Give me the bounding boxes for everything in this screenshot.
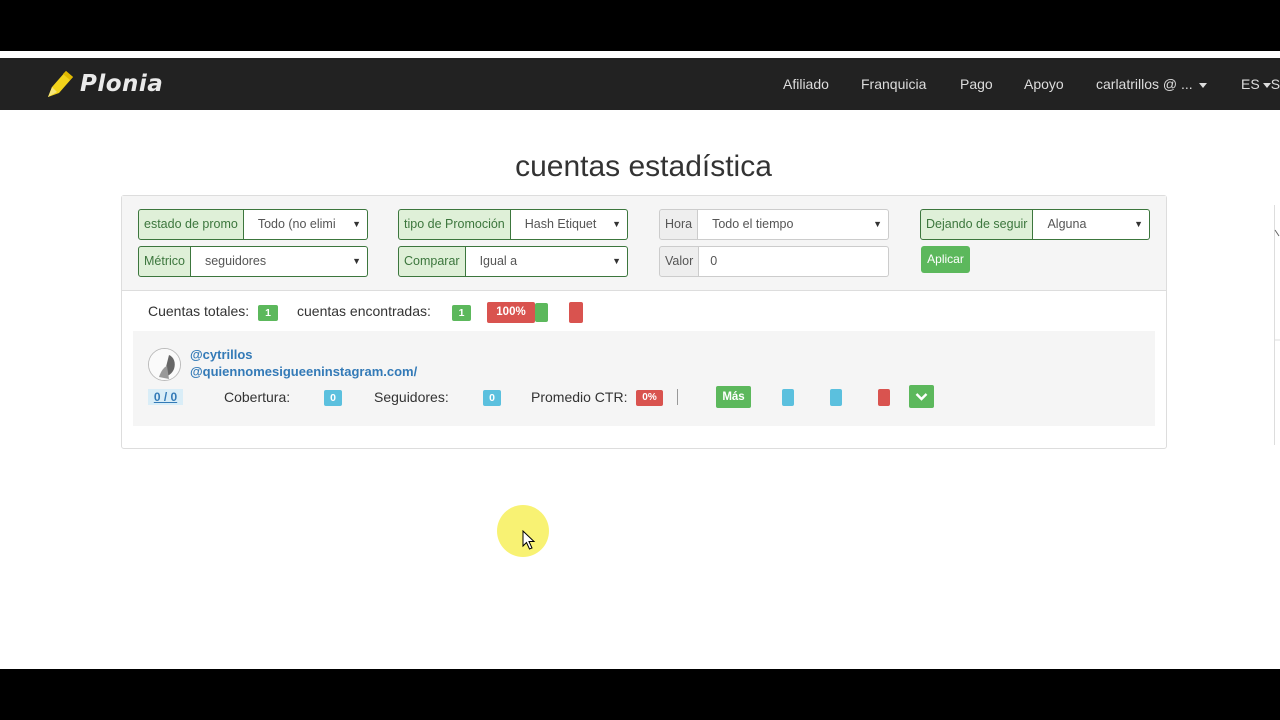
filter-comparar-select[interactable]: Igual a ▼ — [465, 246, 628, 277]
total-accounts-label: Cuentas totales: — [148, 303, 250, 319]
video-letterbox-bottom — [0, 669, 1280, 720]
dropdown-arrow-icon: ▼ — [349, 247, 361, 276]
divider — [677, 389, 678, 405]
apply-button[interactable]: Aplicar — [921, 246, 970, 273]
seguidores-badge: 0 — [483, 390, 501, 406]
brand-logo[interactable]: Plonia — [44, 66, 163, 102]
mouse-cursor-icon — [522, 530, 536, 550]
page-title: cuentas estadística — [515, 150, 772, 183]
percent-badge: 100% — [487, 302, 535, 323]
expand-button[interactable] — [909, 385, 934, 408]
stats-panel: estado de promo Todo (no elimi ▼ tipo de … — [121, 195, 1167, 449]
cobertura-badge: 0 — [324, 390, 342, 406]
nav-pago[interactable]: Pago — [960, 76, 993, 92]
filter-comparar-value: Igual a — [479, 254, 518, 268]
nav-afiliado[interactable]: Afiliado — [783, 76, 829, 92]
action-button-blue-1[interactable] — [782, 389, 794, 406]
account-promo-link[interactable]: @quiennomesigueeninstagram.com/ — [190, 364, 417, 379]
filter-metrico-select[interactable]: seguidores ▼ — [190, 246, 368, 277]
counter-link[interactable]: 0 / 0 — [148, 389, 183, 405]
dropdown-arrow-icon: ▼ — [609, 247, 621, 276]
brand-name: Plonia — [80, 71, 164, 97]
filter-tipo-select[interactable]: Hash Etiquet ▼ — [510, 209, 628, 240]
avatar — [148, 348, 181, 381]
ctr-badge: 0% — [636, 390, 663, 406]
filter-metrico-value: seguidores — [204, 254, 267, 268]
filter-dejando-label: Dejando de seguir — [920, 209, 1034, 240]
found-accounts-label: cuentas encontradas: — [297, 303, 431, 319]
account-handle-link[interactable]: @cytrillos — [190, 347, 253, 362]
action-button-blue-2[interactable] — [830, 389, 842, 406]
pencil-logo-icon — [48, 71, 73, 97]
filter-dejando-seguir[interactable]: Dejando de seguir Alguna ▼ — [920, 209, 1150, 240]
filter-hora-value: Todo el tiempo — [712, 217, 794, 231]
dropdown-arrow-icon: ▼ — [870, 210, 882, 239]
chevron-down-icon — [915, 393, 928, 401]
filter-comparar[interactable]: Comparar Igual a ▼ — [398, 246, 628, 277]
dropdown-arrow-icon: ▼ — [349, 210, 361, 239]
side-scroll-hint — [1274, 205, 1280, 445]
filter-dejando-value: Alguna — [1047, 217, 1087, 231]
account-row: @cytrillos @quiennomesigueeninstagram.co… — [133, 331, 1155, 426]
filter-valor[interactable]: Valor 0 — [659, 246, 889, 277]
filter-hora-label: Hora — [659, 209, 699, 240]
nav-language-menu[interactable]: ES S — [1241, 76, 1280, 92]
percent-bar-green — [535, 303, 548, 322]
nav-user-menu[interactable]: carlatrillos @ ... — [1096, 76, 1207, 92]
nav-franquicia[interactable]: Franquicia — [861, 76, 926, 92]
filter-tipo-value: Hash Etiquet — [524, 217, 597, 231]
filter-dejando-select[interactable]: Alguna ▼ — [1033, 209, 1150, 240]
ctr-label: Promedio CTR: — [531, 389, 628, 405]
filter-estado-promo[interactable]: estado de promo Todo (no elimi ▼ — [138, 209, 368, 240]
filter-hora[interactable]: Hora Todo el tiempo ▼ — [659, 209, 889, 240]
filter-valor-label: Valor — [659, 246, 700, 277]
found-accounts-badge: 1 — [452, 305, 471, 321]
top-navbar: Plonia Afiliado Franquicia Pago Apoyo ca… — [0, 58, 1280, 110]
filter-metrico-label: Métrico — [138, 246, 191, 277]
page-content: cuentas estadística estado de promo Todo… — [0, 110, 1280, 669]
nav-user-label: carlatrillos @ ... — [1096, 76, 1193, 92]
filter-tipo-label: tipo de Promoción — [398, 209, 511, 240]
browser-strip — [0, 51, 1280, 58]
filter-estado-label: estado de promo — [138, 209, 244, 240]
percent-bar-red — [569, 302, 583, 323]
nav-cut-text: S — [1270, 76, 1280, 92]
avatar-image — [149, 349, 180, 380]
more-button[interactable]: Más — [716, 386, 751, 408]
filter-bar: estado de promo Todo (no elimi ▼ tipo de … — [122, 196, 1166, 291]
chevron-down-icon — [1198, 82, 1207, 88]
total-accounts-badge: 1 — [258, 305, 278, 321]
video-letterbox-top — [0, 0, 1280, 51]
action-button-red[interactable] — [878, 389, 890, 406]
filter-estado-value: Todo (no elimi — [257, 217, 336, 231]
filter-valor-input[interactable]: 0 — [699, 246, 889, 277]
chevron-down-icon — [1262, 82, 1271, 88]
dropdown-arrow-icon: ▼ — [1131, 210, 1143, 239]
filter-tipo-promocion[interactable]: tipo de Promoción Hash Etiquet ▼ — [398, 209, 628, 240]
filter-metrico[interactable]: Métrico seguidores ▼ — [138, 246, 368, 277]
filter-estado-select[interactable]: Todo (no elimi ▼ — [243, 209, 368, 240]
seguidores-label: Seguidores: — [374, 389, 449, 405]
cobertura-label: Cobertura: — [224, 389, 291, 405]
filter-comparar-label: Comparar — [398, 246, 466, 277]
nav-language-label: ES — [1241, 76, 1260, 92]
nav-apoyo[interactable]: Apoyo — [1024, 76, 1064, 92]
dropdown-arrow-icon: ▼ — [609, 210, 621, 239]
filter-hora-select[interactable]: Todo el tiempo ▼ — [698, 209, 889, 240]
